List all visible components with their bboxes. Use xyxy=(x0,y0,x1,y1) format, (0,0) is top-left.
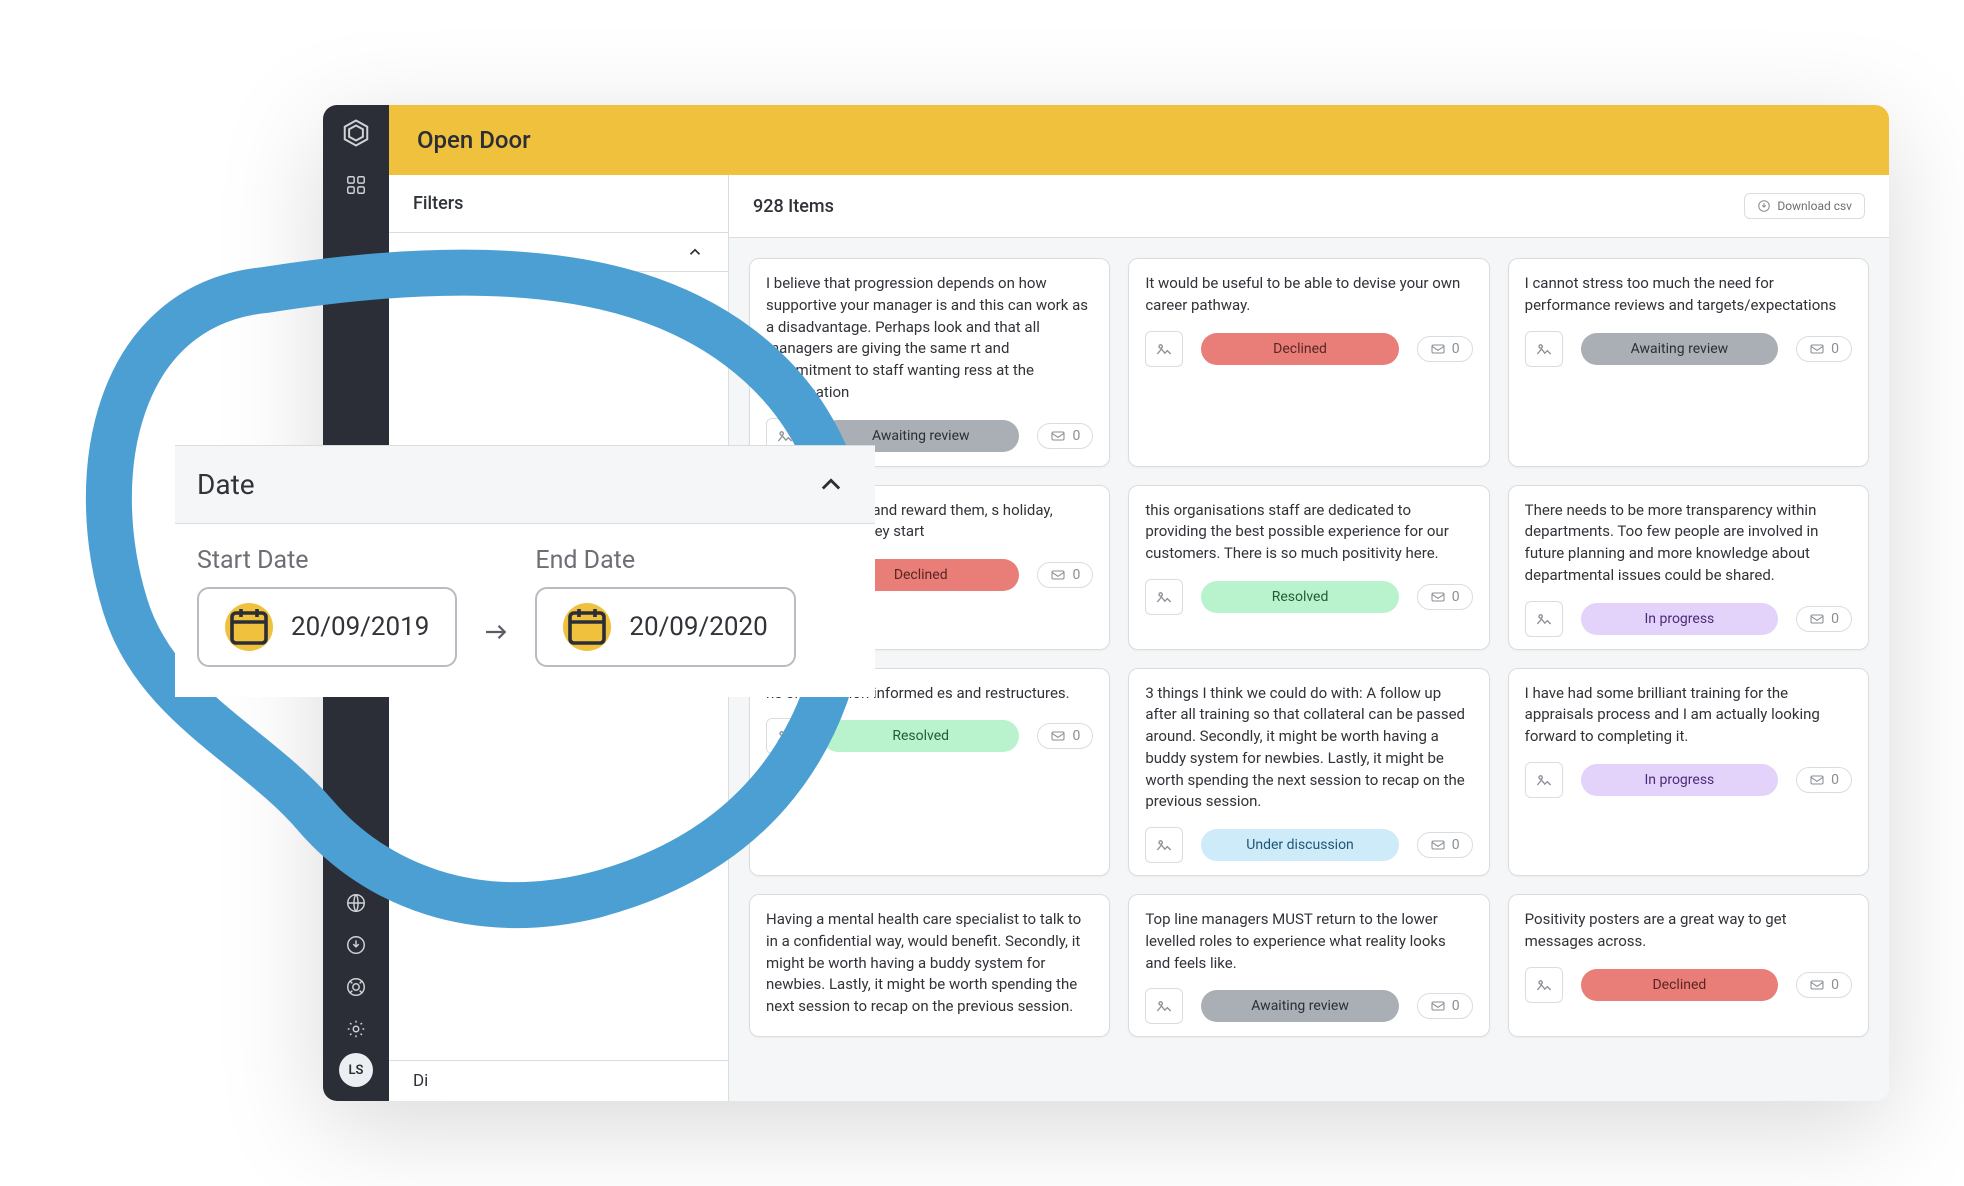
image-placeholder-icon xyxy=(1525,762,1563,798)
filters-title: Filters xyxy=(389,175,728,233)
help-icon[interactable] xyxy=(338,969,374,1005)
status-badge: In progress xyxy=(1581,764,1778,796)
page-title: Open Door xyxy=(417,126,531,154)
messages-count[interactable]: 0 xyxy=(1796,606,1852,632)
card-body-text: Having a mental health care specialist t… xyxy=(766,909,1093,1018)
card-footer: Awaiting review 0 xyxy=(1525,331,1852,367)
card-footer: Declined 0 xyxy=(1145,331,1472,367)
directorate-section[interactable]: Di xyxy=(389,1060,728,1101)
image-placeholder-icon xyxy=(1145,827,1183,863)
image-placeholder-icon xyxy=(1525,967,1563,1003)
start-date-input[interactable]: 20/09/2019 xyxy=(197,587,457,667)
download-icon[interactable] xyxy=(338,927,374,963)
start-date-label: Start Date xyxy=(197,546,457,575)
image-placeholder-icon xyxy=(1525,601,1563,637)
dashboard-icon[interactable] xyxy=(338,167,374,203)
image-placeholder-icon xyxy=(1145,579,1183,615)
messages-count[interactable]: 0 xyxy=(1037,723,1093,749)
card-body-text: Top line managers MUST return to the low… xyxy=(1145,909,1472,974)
card-footer: Awaiting review 0 xyxy=(1145,988,1472,1024)
status-badge: Resolved xyxy=(1201,581,1398,613)
chevron-up-icon xyxy=(686,243,704,261)
date-filter-panel: Date Start Date 20/09/2019 xyxy=(175,445,875,697)
messages-count[interactable]: 0 xyxy=(1417,336,1473,362)
card-footer: Resolved 0 xyxy=(766,718,1093,754)
feedback-card[interactable]: I cannot stress too much the need for pe… xyxy=(1508,258,1869,467)
feedback-card[interactable]: I have had some brilliant training for t… xyxy=(1508,668,1869,877)
card-footer: Under discussion 0 xyxy=(1145,827,1472,863)
feedback-card[interactable]: Positivity posters are a great way to ge… xyxy=(1508,894,1869,1037)
chevron-up-icon xyxy=(817,471,845,499)
app-logo-icon xyxy=(338,115,374,151)
status-badge: Declined xyxy=(1581,969,1778,1001)
card-body-text: It would be useful to be able to devise … xyxy=(1145,273,1472,317)
user-avatar[interactable]: LS xyxy=(339,1053,373,1087)
end-date-value: 20/09/2020 xyxy=(629,612,767,642)
page-header: Open Door xyxy=(389,105,1889,175)
feedback-card[interactable]: It would be useful to be able to devise … xyxy=(1128,258,1489,467)
card-body-text: I have had some brilliant training for t… xyxy=(1525,683,1852,748)
messages-count[interactable]: 0 xyxy=(1796,336,1852,362)
card-body-text: There needs to be more transparency with… xyxy=(1525,500,1852,587)
arrow-right-icon xyxy=(481,617,511,667)
card-body-text: Positivity posters are a great way to ge… xyxy=(1525,909,1852,953)
card-footer: In progress 0 xyxy=(1525,601,1852,637)
date-section-title: Date xyxy=(197,468,255,501)
image-placeholder-icon xyxy=(1525,331,1563,367)
download-small-icon xyxy=(1757,199,1771,213)
card-footer: In progress 0 xyxy=(1525,762,1852,798)
card-body-text: this organisations staff are dedicated t… xyxy=(1145,500,1472,565)
messages-count[interactable]: 0 xyxy=(1796,972,1852,998)
feedback-card[interactable]: he organisation informed es and restruct… xyxy=(749,668,1110,877)
settings-icon[interactable] xyxy=(338,1011,374,1047)
end-date-label: End Date xyxy=(535,546,795,575)
image-placeholder-icon xyxy=(1145,331,1183,367)
messages-count[interactable]: 0 xyxy=(1796,767,1852,793)
feedback-card[interactable]: I believe that progression depends on ho… xyxy=(749,258,1110,467)
status-badge: Under discussion xyxy=(1201,829,1398,861)
download-csv-label: Download csv xyxy=(1777,199,1852,213)
messages-count[interactable]: 0 xyxy=(1417,993,1473,1019)
status-badge: Awaiting review xyxy=(1201,990,1398,1022)
card-body-text: 3 things I think we could do with: A fol… xyxy=(1145,683,1472,814)
content-header: 928 Items Download csv xyxy=(729,175,1889,238)
card-body-text: I cannot stress too much the need for pe… xyxy=(1525,273,1852,317)
filter-section-toggle[interactable] xyxy=(389,233,728,272)
directorate-label-stub: Di xyxy=(413,1071,428,1091)
start-date-value: 20/09/2019 xyxy=(291,612,429,642)
status-badge: Resolved xyxy=(822,720,1019,752)
feedback-card[interactable]: this organisations staff are dedicated t… xyxy=(1128,485,1489,650)
image-placeholder-icon xyxy=(766,718,804,754)
calendar-icon xyxy=(563,603,611,651)
globe-icon[interactable] xyxy=(338,885,374,921)
status-badge: Awaiting review xyxy=(1581,333,1778,365)
card-footer: Resolved 0 xyxy=(1145,579,1472,615)
main-content: 928 Items Download csv I believe that pr… xyxy=(729,175,1889,1101)
messages-count[interactable]: 0 xyxy=(1417,584,1473,610)
cards-grid: I believe that progression depends on ho… xyxy=(729,238,1889,1101)
feedback-card[interactable]: Top line managers MUST return to the low… xyxy=(1128,894,1489,1037)
items-count: 928 Items xyxy=(753,196,834,217)
messages-count[interactable]: 0 xyxy=(1417,832,1473,858)
card-body-text: I believe that progression depends on ho… xyxy=(766,273,1093,404)
status-badge: In progress xyxy=(1581,603,1778,635)
messages-count[interactable]: 0 xyxy=(1037,423,1093,449)
image-placeholder-icon xyxy=(1145,988,1183,1024)
messages-count[interactable]: 0 xyxy=(1037,562,1093,588)
date-section-header[interactable]: Date xyxy=(175,445,875,524)
card-footer: Declined 0 xyxy=(1525,967,1852,1003)
feedback-card[interactable]: Having a mental health care specialist t… xyxy=(749,894,1110,1037)
status-badge: Declined xyxy=(1201,333,1398,365)
feedback-card[interactable]: 3 things I think we could do with: A fol… xyxy=(1128,668,1489,877)
download-csv-button[interactable]: Download csv xyxy=(1744,193,1865,219)
feedback-card[interactable]: There needs to be more transparency with… xyxy=(1508,485,1869,650)
end-date-input[interactable]: 20/09/2020 xyxy=(535,587,795,667)
calendar-icon xyxy=(225,603,273,651)
